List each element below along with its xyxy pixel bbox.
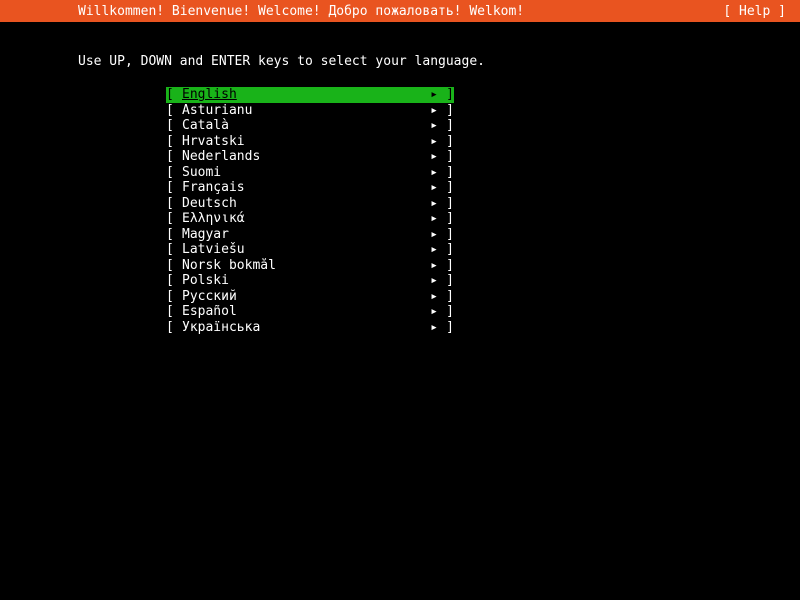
bracket-open: [ [166,134,182,149]
bracket-close: ] [438,180,454,195]
bracket-open: [ [166,118,182,133]
bracket-open: [ [166,289,182,304]
bracket-close: ] [438,134,454,149]
bracket-close: ] [438,258,454,273]
bracket-close: ] [438,87,454,102]
language-item[interactable]: [ Español▸ ] [166,304,454,320]
language-name: English [182,87,414,102]
submenu-arrow-icon: ▸ [414,211,438,226]
bracket-open: [ [166,227,182,242]
submenu-arrow-icon: ▸ [414,180,438,195]
bracket-open: [ [166,149,182,164]
language-name: Hrvatski [182,134,414,149]
submenu-arrow-icon: ▸ [414,87,438,102]
language-name: Magyar [182,227,414,242]
bracket-close: ] [438,118,454,133]
bracket-open: [ [166,196,182,211]
header-title: Willkommen! Bienvenue! Welcome! Добро по… [78,4,524,19]
submenu-arrow-icon: ▸ [414,242,438,257]
language-item[interactable]: [ Asturianu▸ ] [166,103,454,119]
bracket-open: [ [166,273,182,288]
bracket-open: [ [166,258,182,273]
bracket-close: ] [438,149,454,164]
bracket-open: [ [166,242,182,257]
submenu-arrow-icon: ▸ [414,304,438,319]
instruction-text: Use UP, DOWN and ENTER keys to select yo… [78,22,800,69]
language-item[interactable]: [ Deutsch▸ ] [166,196,454,212]
language-list: [ English▸ ][ Asturianu▸ ][ Català▸ ][ H… [166,87,454,335]
language-item[interactable]: [ English▸ ] [166,87,454,103]
bracket-close: ] [438,289,454,304]
language-name: Norsk bokmål [182,258,414,273]
bracket-close: ] [438,211,454,226]
submenu-arrow-icon: ▸ [414,258,438,273]
language-item[interactable]: [ Українська▸ ] [166,320,454,336]
bracket-open: [ [166,165,182,180]
language-name: Polski [182,273,414,288]
help-button[interactable]: [ Help ] [723,4,786,19]
submenu-arrow-icon: ▸ [414,103,438,118]
language-item[interactable]: [ Русский▸ ] [166,289,454,305]
submenu-arrow-icon: ▸ [414,273,438,288]
submenu-arrow-icon: ▸ [414,196,438,211]
bracket-close: ] [438,196,454,211]
language-name: Suomi [182,165,414,180]
bracket-close: ] [438,320,454,335]
language-item[interactable]: [ Suomi▸ ] [166,165,454,181]
bracket-close: ] [438,273,454,288]
language-item[interactable]: [ Hrvatski▸ ] [166,134,454,150]
bracket-open: [ [166,180,182,195]
language-item[interactable]: [ Français▸ ] [166,180,454,196]
bracket-close: ] [438,227,454,242]
submenu-arrow-icon: ▸ [414,227,438,242]
language-name: Українська [182,320,414,335]
header-bar: Willkommen! Bienvenue! Welcome! Добро по… [0,0,800,22]
bracket-open: [ [166,320,182,335]
language-item[interactable]: [ Nederlands▸ ] [166,149,454,165]
language-name: Français [182,180,414,195]
language-name: Español [182,304,414,319]
submenu-arrow-icon: ▸ [414,165,438,180]
bracket-close: ] [438,304,454,319]
submenu-arrow-icon: ▸ [414,118,438,133]
language-name: Asturianu [182,103,414,118]
language-item[interactable]: [ Latviešu▸ ] [166,242,454,258]
language-item[interactable]: [ Català▸ ] [166,118,454,134]
bracket-close: ] [438,165,454,180]
language-name: Русский [182,289,414,304]
language-name: Deutsch [182,196,414,211]
submenu-arrow-icon: ▸ [414,320,438,335]
bracket-close: ] [438,242,454,257]
content-area: Use UP, DOWN and ENTER keys to select yo… [0,22,800,335]
bracket-close: ] [438,103,454,118]
bracket-open: [ [166,87,182,102]
submenu-arrow-icon: ▸ [414,149,438,164]
language-name: Català [182,118,414,133]
language-name: Latviešu [182,242,414,257]
language-name: Nederlands [182,149,414,164]
bracket-open: [ [166,304,182,319]
submenu-arrow-icon: ▸ [414,134,438,149]
language-item[interactable]: [ Magyar▸ ] [166,227,454,243]
bracket-open: [ [166,103,182,118]
language-item[interactable]: [ Ελληνικά▸ ] [166,211,454,227]
language-item[interactable]: [ Norsk bokmål▸ ] [166,258,454,274]
bracket-open: [ [166,211,182,226]
submenu-arrow-icon: ▸ [414,289,438,304]
language-item[interactable]: [ Polski▸ ] [166,273,454,289]
language-name: Ελληνικά [182,211,414,226]
